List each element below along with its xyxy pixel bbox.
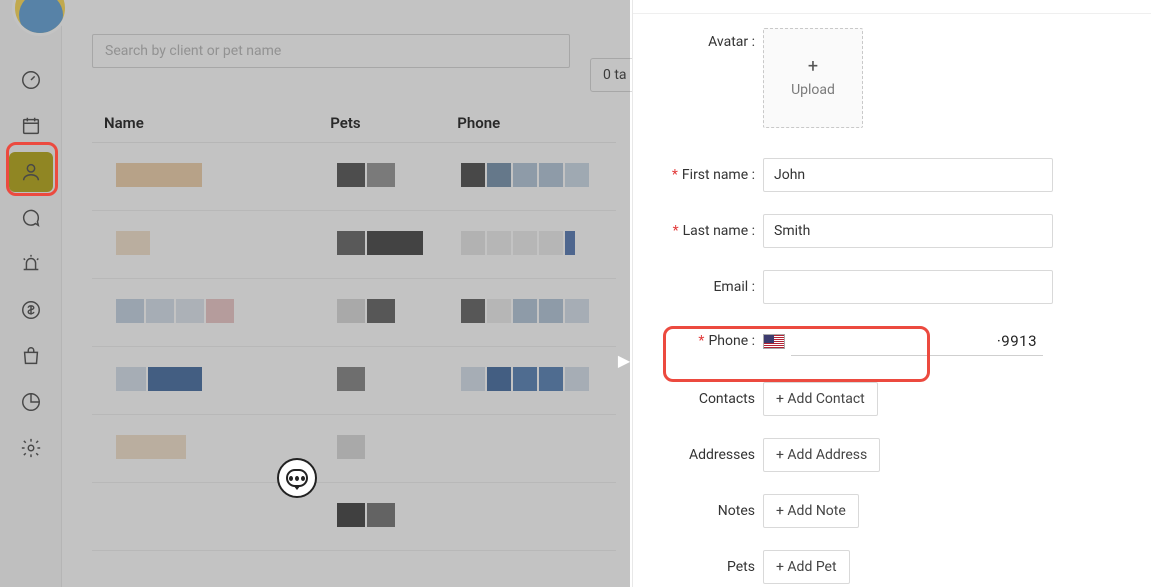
table-row[interactable] bbox=[92, 143, 616, 211]
avatar-upload[interactable]: + Upload bbox=[763, 28, 863, 128]
sidebar-item-retail[interactable] bbox=[9, 336, 53, 376]
main-content: Search by client or pet name Name Pets P… bbox=[62, 10, 630, 587]
col-phone: Phone bbox=[457, 114, 616, 132]
dollar-circle-icon bbox=[20, 299, 42, 321]
brand-logo bbox=[12, 0, 68, 36]
first-name-input[interactable] bbox=[763, 158, 1053, 192]
sidebar-item-alerts[interactable] bbox=[9, 244, 53, 284]
last-name-label: Last name : bbox=[683, 223, 755, 239]
table-row[interactable] bbox=[92, 483, 616, 551]
plus-icon: + bbox=[808, 58, 818, 76]
client-form-drawer: Avatar : + Upload *First name : *Last na… bbox=[632, 0, 1151, 587]
notes-label: Notes bbox=[633, 503, 763, 519]
sidebar-item-settings[interactable] bbox=[9, 428, 53, 468]
table-body bbox=[92, 143, 616, 551]
search-input[interactable]: Search by client or pet name bbox=[92, 34, 570, 68]
email-input[interactable] bbox=[763, 270, 1053, 304]
sidebar bbox=[0, 0, 62, 587]
gauge-icon bbox=[20, 69, 42, 91]
chat-fab[interactable] bbox=[277, 458, 317, 498]
sidebar-item-messages[interactable] bbox=[9, 198, 53, 238]
chat-icon bbox=[20, 207, 42, 229]
table-header: Name Pets Phone bbox=[92, 104, 616, 143]
first-name-label: First name : bbox=[682, 167, 755, 183]
us-flag-icon[interactable] bbox=[763, 334, 785, 349]
table-row[interactable] bbox=[92, 279, 616, 347]
last-name-input[interactable] bbox=[763, 214, 1053, 248]
gear-icon bbox=[20, 437, 42, 459]
upload-label: Upload bbox=[791, 82, 835, 98]
sidebar-item-billing[interactable] bbox=[9, 290, 53, 330]
avatar-label: Avatar : bbox=[633, 28, 763, 50]
addresses-label: Addresses bbox=[633, 447, 763, 463]
phone-label: Phone : bbox=[708, 333, 755, 349]
sidebar-item-reports[interactable] bbox=[9, 382, 53, 422]
col-name: Name bbox=[92, 114, 330, 132]
add-pet-button[interactable]: + Add Pet bbox=[763, 550, 850, 584]
sidebar-item-calendar[interactable] bbox=[9, 106, 53, 146]
table-row[interactable] bbox=[92, 415, 616, 483]
chat-bubble-icon bbox=[286, 469, 308, 487]
pets-label: Pets bbox=[633, 559, 763, 575]
search-placeholder: Search by client or pet name bbox=[105, 43, 281, 59]
bag-icon bbox=[20, 345, 42, 367]
contacts-label: Contacts bbox=[633, 391, 763, 407]
calendar-icon bbox=[20, 115, 42, 137]
pie-chart-icon bbox=[20, 391, 42, 413]
drawer-collapse-handle[interactable]: ▶ bbox=[616, 346, 632, 374]
add-note-button[interactable]: + Add Note bbox=[763, 494, 859, 528]
sidebar-item-dashboard[interactable] bbox=[9, 60, 53, 100]
phone-input[interactable] bbox=[791, 326, 1043, 356]
col-pets: Pets bbox=[330, 114, 457, 132]
siren-icon bbox=[20, 253, 42, 275]
email-label: Email : bbox=[713, 279, 755, 295]
tag-filter-label: 0 ta bbox=[603, 67, 627, 83]
add-contact-button[interactable]: + Add Contact bbox=[763, 382, 878, 416]
add-address-button[interactable]: + Add Address bbox=[763, 438, 880, 472]
table-row[interactable] bbox=[92, 211, 616, 279]
sidebar-item-clients[interactable] bbox=[9, 152, 53, 192]
person-icon bbox=[20, 161, 42, 183]
table-row[interactable] bbox=[92, 347, 616, 415]
